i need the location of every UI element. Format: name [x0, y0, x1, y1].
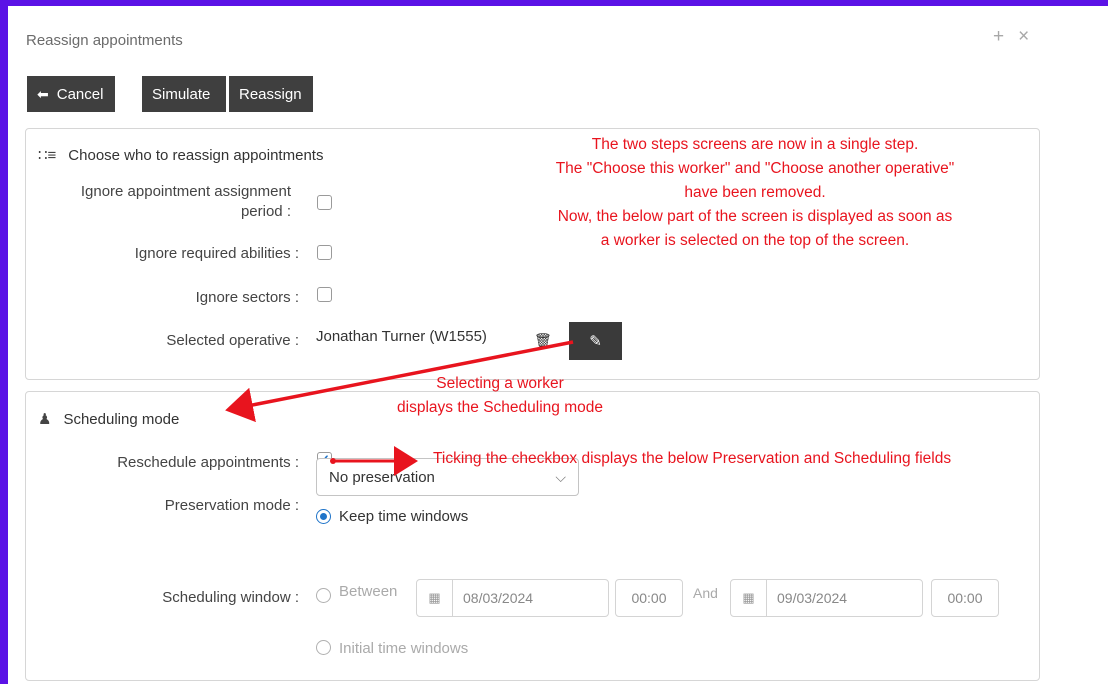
annotation-note-3: Ticking the checkbox displays the below …: [433, 450, 952, 467]
ignore-required-abilities-checkbox[interactable]: [317, 245, 332, 260]
initial-time-windows-label: Initial time windows: [339, 640, 469, 657]
ignore-assignment-period-checkbox[interactable]: [317, 195, 332, 210]
date-from-value: 08/03/2024: [463, 590, 534, 606]
annotation-note-2-line-1: Selecting a worker: [436, 375, 564, 392]
date-from-input[interactable]: ▦ 08/03/2024: [416, 579, 609, 617]
reschedule-label: Reschedule appointments :: [117, 454, 299, 471]
annotation-note-1-line-2: The "Choose this worker" and "Choose ano…: [555, 160, 955, 177]
toolbar: ⬅ Cancel Simulate Reassign: [27, 76, 313, 112]
window-title: Reassign appointments: [26, 32, 183, 49]
scheduling-window-label: Scheduling window :: [162, 589, 299, 606]
date-to-input[interactable]: ▦ 09/03/2024: [730, 579, 923, 617]
calendar-icon: ▦: [731, 580, 767, 616]
annotation-note-1-line-5: a worker is selected on the top of the s…: [600, 232, 910, 249]
edit-operative-button[interactable]: ✎: [569, 322, 622, 360]
keep-time-windows-label: Keep time windows: [339, 508, 469, 525]
annotation-note-2-line-2: displays the Scheduling mode: [397, 399, 603, 416]
panel-header: ∷≡ Choose who to reassign appointments: [38, 146, 324, 165]
pencil-icon: ✎: [589, 333, 602, 350]
selected-operative-label: Selected operative :: [166, 332, 299, 349]
cancel-button[interactable]: ⬅ Cancel: [27, 76, 115, 112]
window-frame-left: [0, 0, 8, 684]
between-label: Between: [339, 583, 398, 600]
annotation-note-2: Selecting a worker displays the Scheduli…: [360, 372, 640, 420]
annotation-note-1: The two steps screens are now in a singl…: [475, 133, 1035, 253]
section-title: Scheduling mode: [63, 410, 180, 428]
time-from-value: 00:00: [631, 590, 667, 606]
window-controls: + ×: [993, 26, 1029, 48]
selected-operative-value: Jonathan Turner (W1555): [316, 328, 487, 345]
close-icon[interactable]: ×: [1018, 26, 1029, 48]
calendar-icon: ▦: [417, 580, 453, 616]
time-from-input[interactable]: 00:00: [615, 579, 683, 617]
and-label: And: [693, 585, 718, 601]
trash-icon[interactable]: 🗑: [534, 332, 552, 349]
cancel-label: Cancel: [56, 85, 104, 103]
time-to-value: 00:00: [947, 590, 983, 606]
reassign-button[interactable]: Reassign: [229, 76, 313, 112]
section-title: Choose who to reassign appointments: [68, 146, 324, 164]
keep-time-windows-radio[interactable]: [316, 509, 331, 524]
between-radio[interactable]: [316, 588, 331, 603]
chevron-down-icon: ⌵: [555, 468, 566, 485]
preservation-label: Preservation mode :: [164, 497, 299, 514]
back-arrow-icon: ⬅: [37, 85, 49, 102]
ignore-required-abilities-label: Ignore required abilities :: [134, 245, 299, 262]
user-clock-icon: ♟: [38, 411, 52, 428]
annotation-note-1-line-3: have been removed.: [684, 184, 826, 201]
ignore-sectors-label: Ignore sectors :: [195, 289, 299, 306]
scheduling-mode-panel: ♟ Scheduling mode Reschedule appointment…: [25, 391, 1040, 681]
list-icon: ∷≡: [38, 147, 57, 164]
title-bar: Reassign appointments + ×: [8, 6, 1108, 66]
preservation-value: No preservation: [329, 468, 435, 486]
simulate-button[interactable]: Simulate: [142, 76, 226, 112]
date-to-value: 09/03/2024: [777, 590, 848, 606]
annotation-note-1-line-1: The two steps screens are now in a singl…: [591, 136, 919, 153]
annotation-note-1-line-4: Now, the below part of the screen is dis…: [557, 208, 953, 225]
ignore-assignment-period-label-line1: Ignore appointment assignment: [80, 183, 291, 200]
time-to-input[interactable]: 00:00: [931, 579, 999, 617]
panel-header: ♟ Scheduling mode: [38, 410, 180, 429]
ignore-assignment-period-label-line2: period :: [240, 203, 291, 220]
ignore-sectors-checkbox[interactable]: [317, 287, 332, 302]
initial-time-windows-radio[interactable]: [316, 640, 331, 655]
maximize-icon[interactable]: +: [993, 26, 1004, 48]
ignore-assignment-period-label: Ignore appointment assignment period :: [26, 182, 291, 222]
